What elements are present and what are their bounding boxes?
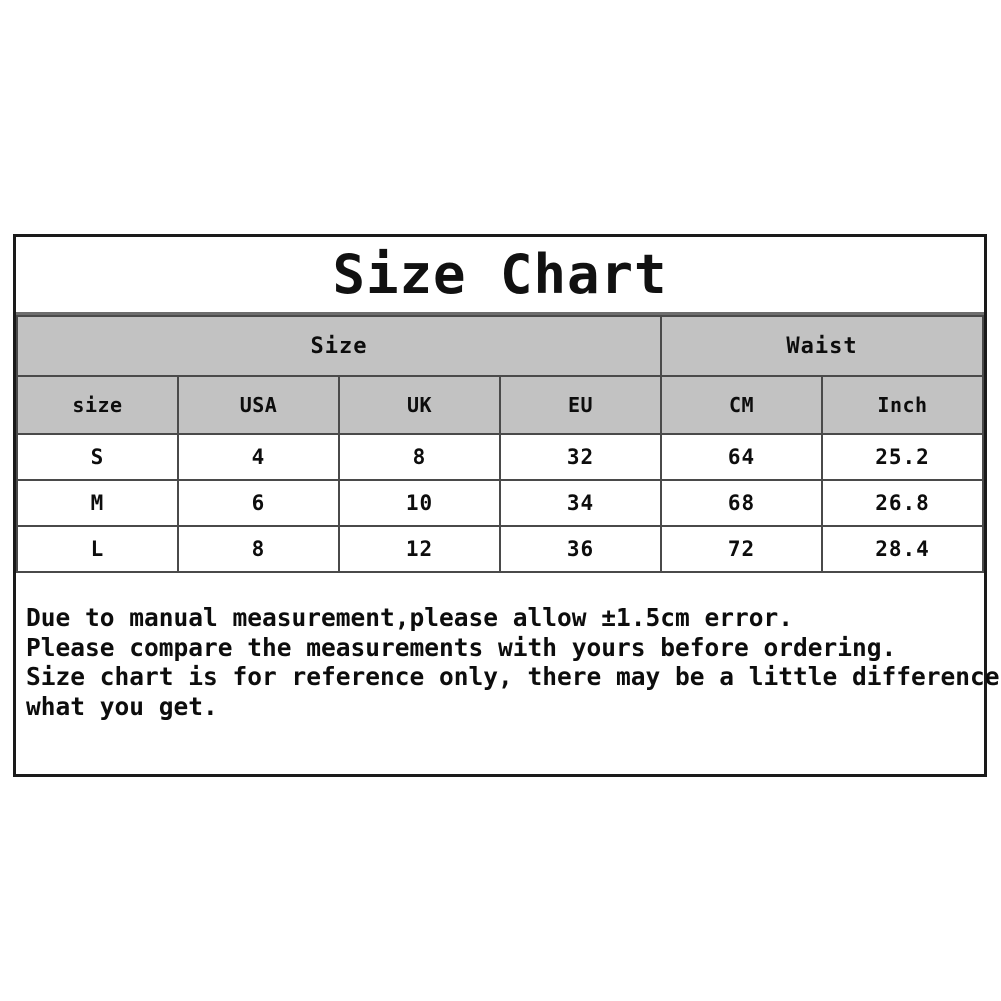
cell-cm: 64 xyxy=(660,433,823,481)
cell-usa: 8 xyxy=(177,525,340,573)
table-row: S 4 8 32 64 25.2 xyxy=(16,433,984,481)
cell-inch: 28.4 xyxy=(821,525,984,573)
note-line: what you get. xyxy=(26,691,218,721)
size-chart-page: Size Chart Size Waist size USA UK EU CM … xyxy=(0,0,1001,1001)
cell-size: S xyxy=(16,433,179,481)
cell-cm: 68 xyxy=(660,479,823,527)
cell-inch: 26.8 xyxy=(821,479,984,527)
cell-eu: 34 xyxy=(499,479,662,527)
cell-eu: 32 xyxy=(499,433,662,481)
cell-usa: 6 xyxy=(177,479,340,527)
cell-cm: 72 xyxy=(660,525,823,573)
cell-eu: 36 xyxy=(499,525,662,573)
group-header-waist: Waist xyxy=(660,315,984,377)
table-head: Size Waist size USA UK EU CM Inch xyxy=(16,315,984,435)
disclaimer-notes: Due to manual measurement,please allow ±… xyxy=(16,573,1001,721)
title-bar: Size Chart xyxy=(16,237,984,315)
cell-size: L xyxy=(16,525,179,573)
table-body: S 4 8 32 64 25.2 M 6 10 34 68 26.8 L 8 1… xyxy=(16,433,984,573)
page-title: Size Chart xyxy=(332,242,668,306)
note-line: Size chart is for reference only, there … xyxy=(26,662,1001,691)
column-header-eu: EU xyxy=(499,375,662,435)
column-header-size: size xyxy=(16,375,179,435)
column-header-row: size USA UK EU CM Inch xyxy=(16,375,984,435)
note-line: Please compare the measurements with you… xyxy=(26,632,897,662)
size-chart-table: Size Waist size USA UK EU CM Inch S 4 8 xyxy=(16,315,984,573)
group-header-row: Size Waist xyxy=(16,315,984,377)
cell-uk: 10 xyxy=(338,479,501,527)
cell-usa: 4 xyxy=(177,433,340,481)
table-row: M 6 10 34 68 26.8 xyxy=(16,479,984,527)
cell-uk: 12 xyxy=(338,525,501,573)
note-line: Due to manual measurement,please allow ±… xyxy=(26,603,794,632)
column-header-cm: CM xyxy=(660,375,823,435)
column-header-usa: USA xyxy=(177,375,340,435)
table-row: L 8 12 36 72 28.4 xyxy=(16,525,984,573)
size-chart-card: Size Chart Size Waist size USA UK EU CM … xyxy=(13,234,1001,777)
group-header-size: Size xyxy=(16,315,662,377)
cell-inch: 25.2 xyxy=(821,433,984,481)
column-header-inch: Inch xyxy=(821,375,984,435)
column-header-uk: UK xyxy=(338,375,501,435)
cell-size: M xyxy=(16,479,179,527)
cell-uk: 8 xyxy=(338,433,501,481)
